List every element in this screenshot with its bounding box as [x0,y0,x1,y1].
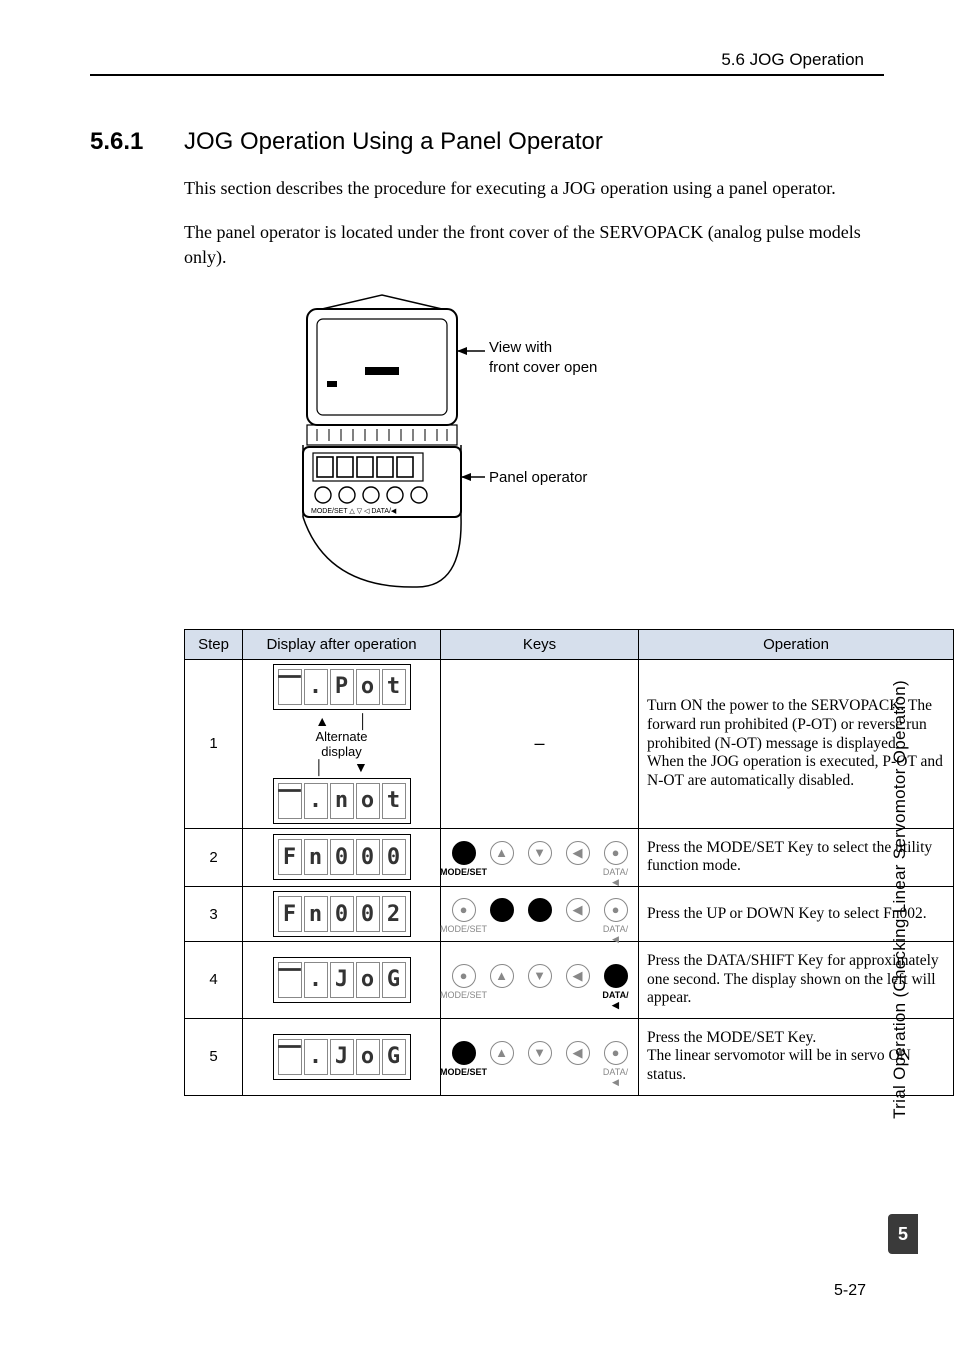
up-arrow-icon: ▲ [315,713,329,729]
left-key-icon: ◀ [562,898,594,934]
alternate-label-2: display [321,744,361,759]
page-number: 5-27 [834,1282,866,1300]
keys-cell: ●MODE/SET ▲ ▼ ◀ ●DATA/◀ [441,1018,639,1095]
col-operation: Operation [639,629,954,659]
keys-cell: ●MODE/SET ▲ ▼ ◀ ●DATA/◀ [441,942,639,1019]
down-arrow-icon: │ [359,713,368,729]
header-rule [90,74,884,76]
diagram-label-view-1: View with [489,339,552,356]
step-number: 3 [185,887,243,942]
table-row: 5 ⎺ . J o G ●MODE/SET ▲ ▼ ◀ ●DATA/◀ [185,1018,954,1095]
table-row: 2 F n 0 0 0 ●MODE/SET ▲ ▼ ◀ ●DATA/◀ [185,828,954,886]
chapter-tab: 5 [888,1214,918,1254]
down-key-icon: ▼ [524,841,556,877]
alternate-label-1: Alternate [315,729,367,744]
section-heading: 5.6.1 JOG Operation Using a Panel Operat… [90,128,884,156]
modeset-key-icon: ●MODE/SET [448,964,480,1000]
display-cell: F n 0 0 2 [243,887,441,942]
down-arrow-icon: ▼ [354,759,368,775]
procedure-table: Step Display after operation Keys Operat… [184,629,954,1096]
table-row: 3 F n 0 0 2 ●MODE/SET ▲ ▼ ◀ ●DATA/◀ [185,887,954,942]
modeset-key-icon: ●MODE/SET [448,841,480,877]
diagram-label-view-2: front cover open [489,359,597,376]
diagram-label-panel: Panel operator [489,469,587,486]
servopack-diagram: View with front cover open MODE/SET △ ▽ … [90,289,884,599]
step-number: 1 [185,659,243,828]
table-row: 1 ⎺ . P o t ▲│ Alternate display │▼ [185,659,954,828]
keys-cell: ●MODE/SET ▲ ▼ ◀ ●DATA/◀ [441,887,639,942]
down-key-icon: ▼ [524,964,556,1000]
left-key-icon: ◀ [562,964,594,1000]
up-key-icon: ▲ [486,898,518,934]
col-display: Display after operation [243,629,441,659]
down-arrow-icon: │ [315,759,324,775]
modeset-key-icon: ●MODE/SET [448,898,480,934]
display-cell: F n 0 0 0 [243,828,441,886]
page-header-breadcrumb: 5.6 JOG Operation [721,50,864,70]
step-number: 4 [185,942,243,1019]
intro-paragraph-1: This section describes the procedure for… [184,176,864,200]
section-number: 5.6.1 [90,128,184,156]
up-key-icon: ▲ [486,1041,518,1077]
table-row: 4 ⎺ . J o G ●MODE/SET ▲ ▼ ◀ ●DATA/◀ [185,942,954,1019]
data-key-icon: ●DATA/◀ [600,1041,632,1077]
data-key-icon: ●DATA/◀ [600,841,632,877]
keys-cell: – [441,659,639,828]
diagram-keys-text: MODE/SET △ ▽ ◁ DATA/◀ [311,508,397,515]
data-key-icon: ●DATA/◀ [600,898,632,934]
section-title: JOG Operation Using a Panel Operator [184,128,603,156]
modeset-key-icon: ●MODE/SET [448,1041,480,1077]
down-key-icon: ▼ [524,898,556,934]
left-key-icon: ◀ [562,1041,594,1077]
down-key-icon: ▼ [524,1041,556,1077]
up-key-icon: ▲ [486,841,518,877]
side-chapter-title: Trial Operation (Checking Linear Servomo… [890,680,910,1119]
col-keys: Keys [441,629,639,659]
keys-cell: ●MODE/SET ▲ ▼ ◀ ●DATA/◀ [441,828,639,886]
step-number: 2 [185,828,243,886]
intro-paragraph-2: The panel operator is located under the … [184,220,864,269]
display-cell: ⎺ . P o t ▲│ Alternate display │▼ ⎺ [243,659,441,828]
data-key-icon: ●DATA/◀ [600,964,632,1000]
display-cell: ⎺ . J o G [243,942,441,1019]
display-cell: ⎺ . J o G [243,1018,441,1095]
up-key-icon: ▲ [486,964,518,1000]
col-step: Step [185,629,243,659]
left-key-icon: ◀ [562,841,594,877]
step-number: 5 [185,1018,243,1095]
